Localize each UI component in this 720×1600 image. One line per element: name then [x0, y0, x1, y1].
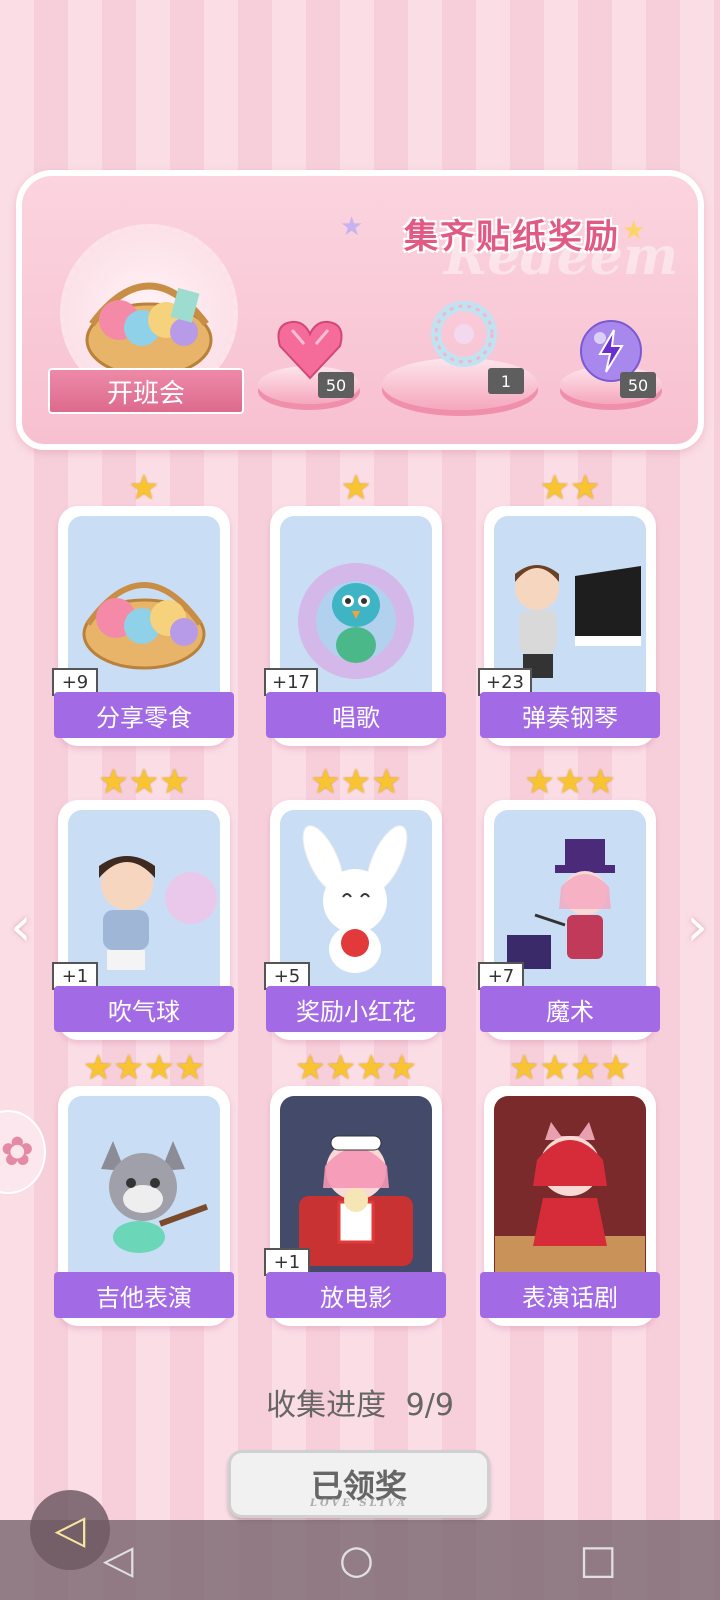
reward-count: 50: [620, 372, 656, 398]
card-stars: ★★: [539, 468, 601, 508]
card-stars: ★★★★: [83, 1048, 205, 1088]
sticker-card[interactable]: +9 分享零食: [52, 506, 234, 746]
sticker-card[interactable]: 表演话剧: [480, 1086, 660, 1326]
floating-back-button-icon[interactable]: ◁: [30, 1490, 110, 1570]
home-nav-icon[interactable]: ○: [339, 1537, 374, 1583]
progress-label: 收集进度: [266, 1388, 387, 1423]
card-label: 表演话剧: [480, 1272, 660, 1318]
card-stars: ★: [340, 468, 372, 508]
class-meeting-ribbon: 开班会: [48, 368, 244, 414]
collection-progress: 收集进度 9/9: [0, 1380, 720, 1424]
sticker-card[interactable]: +7 魔术: [478, 800, 660, 1040]
prev-page-arrow-icon[interactable]: ‹: [10, 895, 32, 958]
sticker-card[interactable]: +1 放电影: [264, 1086, 446, 1326]
card-label: 吹气球: [54, 986, 234, 1032]
card-label: 魔术: [480, 986, 660, 1032]
theater-cat-icon: [494, 1096, 646, 1286]
sticker-card[interactable]: +5 奖励小红花: [264, 800, 446, 1040]
card-label: 弹奏钢琴: [480, 692, 660, 738]
card-label: 唱歌: [266, 692, 446, 738]
claim-button-sub: LOVE SLIVA: [309, 1498, 409, 1509]
recents-nav-icon[interactable]: □: [579, 1537, 617, 1583]
card-label: 放电影: [266, 1272, 446, 1318]
reward-count: 50: [318, 372, 354, 398]
reward-banner: Redeem ★ ★ 集齐贴纸奖励 开班会 50 1 50: [16, 170, 704, 450]
next-page-arrow-icon[interactable]: ›: [686, 895, 708, 958]
wolf-guitar-icon: [68, 1096, 220, 1286]
crystal-ring-icon[interactable]: [424, 294, 504, 378]
card-stars: ★★★★: [509, 1048, 631, 1088]
card-label: 吉他表演: [54, 1272, 234, 1318]
card-stars: ★★★: [98, 762, 190, 802]
banner-title: 集齐贴纸奖励: [404, 216, 620, 257]
sticker-card[interactable]: +17 唱歌: [264, 506, 446, 746]
sticker-card[interactable]: +23 弹奏钢琴: [478, 506, 660, 746]
card-stars: ★: [128, 468, 160, 508]
card-label: 奖励小红花: [266, 986, 446, 1032]
sticker-card[interactable]: 吉他表演: [54, 1086, 234, 1326]
card-stars: ★★★: [310, 762, 402, 802]
claimed-reward-button[interactable]: 已领奖 LOVE SLIVA: [228, 1450, 490, 1518]
card-label: 分享零食: [54, 692, 234, 738]
reward-count: 1: [488, 368, 524, 394]
progress-value: 9/9: [405, 1388, 454, 1423]
card-stars: ★★★★: [295, 1048, 417, 1088]
side-menu-tab-icon[interactable]: ✿: [0, 1110, 46, 1194]
sticker-card[interactable]: +1 吹气球: [52, 800, 234, 1040]
card-stars: ★★★: [524, 762, 616, 802]
star-decor-icon: ★: [340, 212, 364, 242]
